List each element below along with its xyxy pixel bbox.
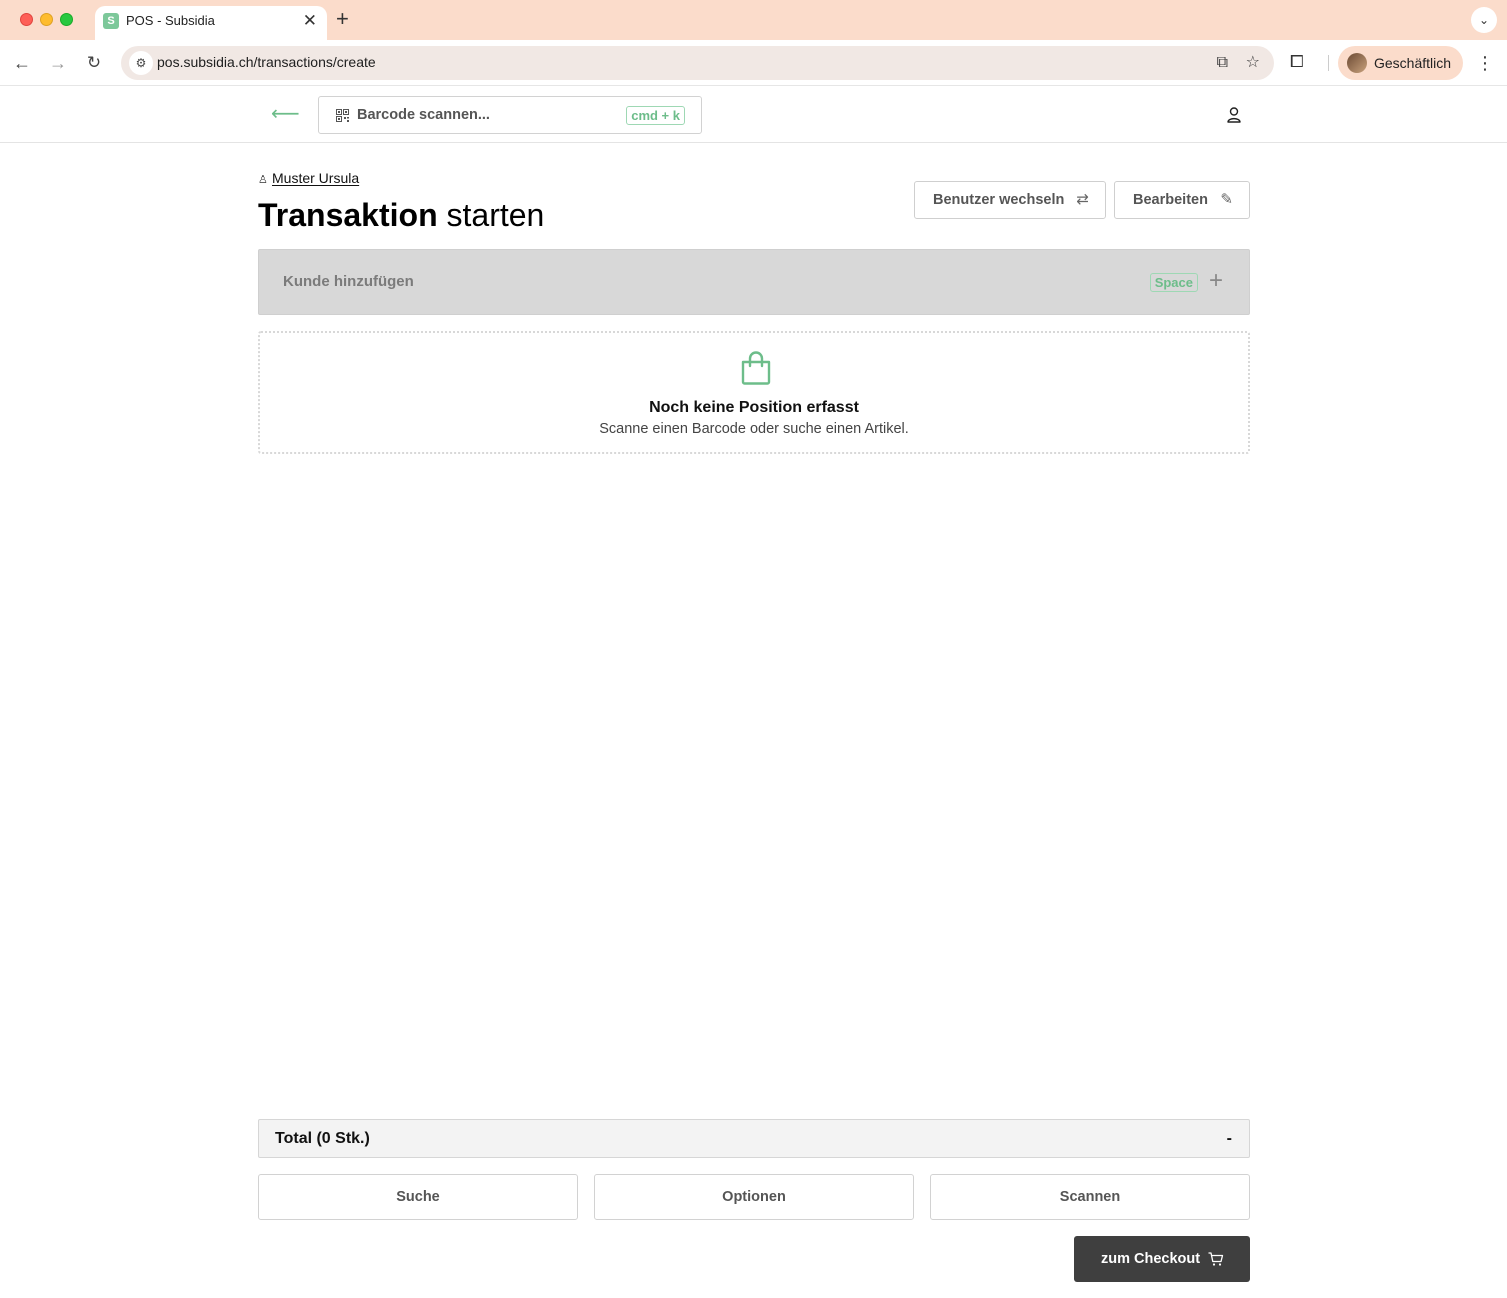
pencil-icon: ✎ — [1220, 191, 1233, 208]
user-account-icon[interactable] — [1222, 103, 1246, 127]
barcode-input[interactable] — [357, 105, 617, 125]
checkout-button[interactable]: zum Checkout — [1074, 1236, 1250, 1282]
tab-search-chevron-icon[interactable]: ⌄ — [1471, 7, 1497, 33]
browser-tab-active[interactable]: S POS - Subsidia ✕ — [95, 6, 327, 40]
address-url[interactable]: pos.subsidia.ch/transactions/create — [157, 54, 376, 70]
profile-button[interactable]: Geschäftlich — [1338, 46, 1463, 80]
add-customer-label: Kunde hinzufügen — [283, 273, 414, 290]
plus-icon: + — [1208, 267, 1223, 294]
back-arrow-icon[interactable]: ⟵ — [271, 103, 300, 125]
profile-avatar — [1347, 53, 1367, 73]
empty-cart-panel: Noch keine Position erfasst Scanne einen… — [258, 331, 1250, 454]
site-settings-icon[interactable]: ⚙ — [129, 51, 153, 75]
minimize-window-button[interactable] — [40, 13, 53, 26]
total-bar: Total (0 Stk.) - — [258, 1119, 1250, 1158]
browser-tabstrip: S POS - Subsidia ✕ + ⌄ — [0, 0, 1507, 40]
scan-button[interactable]: Scannen — [930, 1174, 1250, 1220]
edit-label: Bearbeiten — [1133, 192, 1208, 208]
barcode-shortcut-badge: cmd + k — [626, 106, 685, 125]
new-tab-button[interactable]: + — [336, 8, 349, 30]
browser-reload-button[interactable]: ↻ — [81, 50, 107, 76]
close-window-button[interactable] — [20, 13, 33, 26]
profile-name: Geschäftlich — [1374, 55, 1452, 71]
toolbar-divider — [1328, 55, 1329, 71]
barcode-search-field[interactable]: cmd + k — [318, 96, 702, 134]
browser-forward-button[interactable]: → — [45, 50, 71, 76]
tab-close-icon[interactable]: ✕ — [303, 11, 317, 31]
qr-code-icon — [336, 109, 349, 122]
switch-user-label: Benutzer wechseln — [933, 192, 1065, 208]
add-customer-shortcut-badge: Space — [1149, 273, 1198, 292]
browser-toolbar: ← → ↻ ⚙ pos.subsidia.ch/transactions/cre… — [0, 40, 1507, 86]
bookmark-star-icon[interactable]: ☆ — [1246, 53, 1260, 73]
shopping-bag-icon — [741, 351, 771, 385]
page-title-bold: Transaktion — [258, 197, 438, 233]
empty-state-title: Noch keine Position erfasst — [649, 399, 859, 416]
search-button[interactable]: Suche — [258, 1174, 578, 1220]
empty-state-subtitle: Scanne einen Barcode oder suche einen Ar… — [599, 421, 909, 437]
subsidia-logo-icon: S — [103, 13, 119, 29]
install-app-icon[interactable]: ⧉ — [1217, 53, 1228, 73]
cart-icon — [1208, 1252, 1224, 1266]
tab-title: POS - Subsidia — [126, 13, 215, 28]
maximize-window-button[interactable] — [60, 13, 73, 26]
page-title-light: starten — [446, 197, 545, 233]
extensions-puzzle-icon[interactable]: ⧠ — [1290, 52, 1304, 72]
checkout-label: zum Checkout — [1101, 1251, 1201, 1267]
swap-arrows-icon: ⇄ — [1076, 191, 1089, 208]
switch-user-button[interactable]: Benutzer wechseln ⇄ — [914, 181, 1106, 219]
browser-menu-kebab-icon[interactable]: ⋮ — [1476, 50, 1494, 76]
total-value: - — [1226, 1130, 1232, 1147]
add-customer-button[interactable]: Kunde hinzufügen Space + — [258, 249, 1250, 315]
edit-button[interactable]: Bearbeiten ✎ — [1114, 181, 1250, 219]
app-header: ⟵ cmd + k — [0, 87, 1507, 143]
page-title: Transaktion starten — [258, 196, 544, 234]
cashier-link[interactable]: ♙ Muster Ursula — [258, 170, 359, 186]
cashier-name[interactable]: Muster Ursula — [272, 170, 359, 186]
total-label: Total (0 Stk.) — [275, 1130, 370, 1147]
address-bar[interactable]: ⚙ pos.subsidia.ch/transactions/create ⧉ … — [121, 46, 1274, 80]
options-button[interactable]: Optionen — [594, 1174, 914, 1220]
browser-back-button[interactable]: ← — [9, 50, 35, 76]
person-icon: ♙ — [258, 174, 268, 186]
